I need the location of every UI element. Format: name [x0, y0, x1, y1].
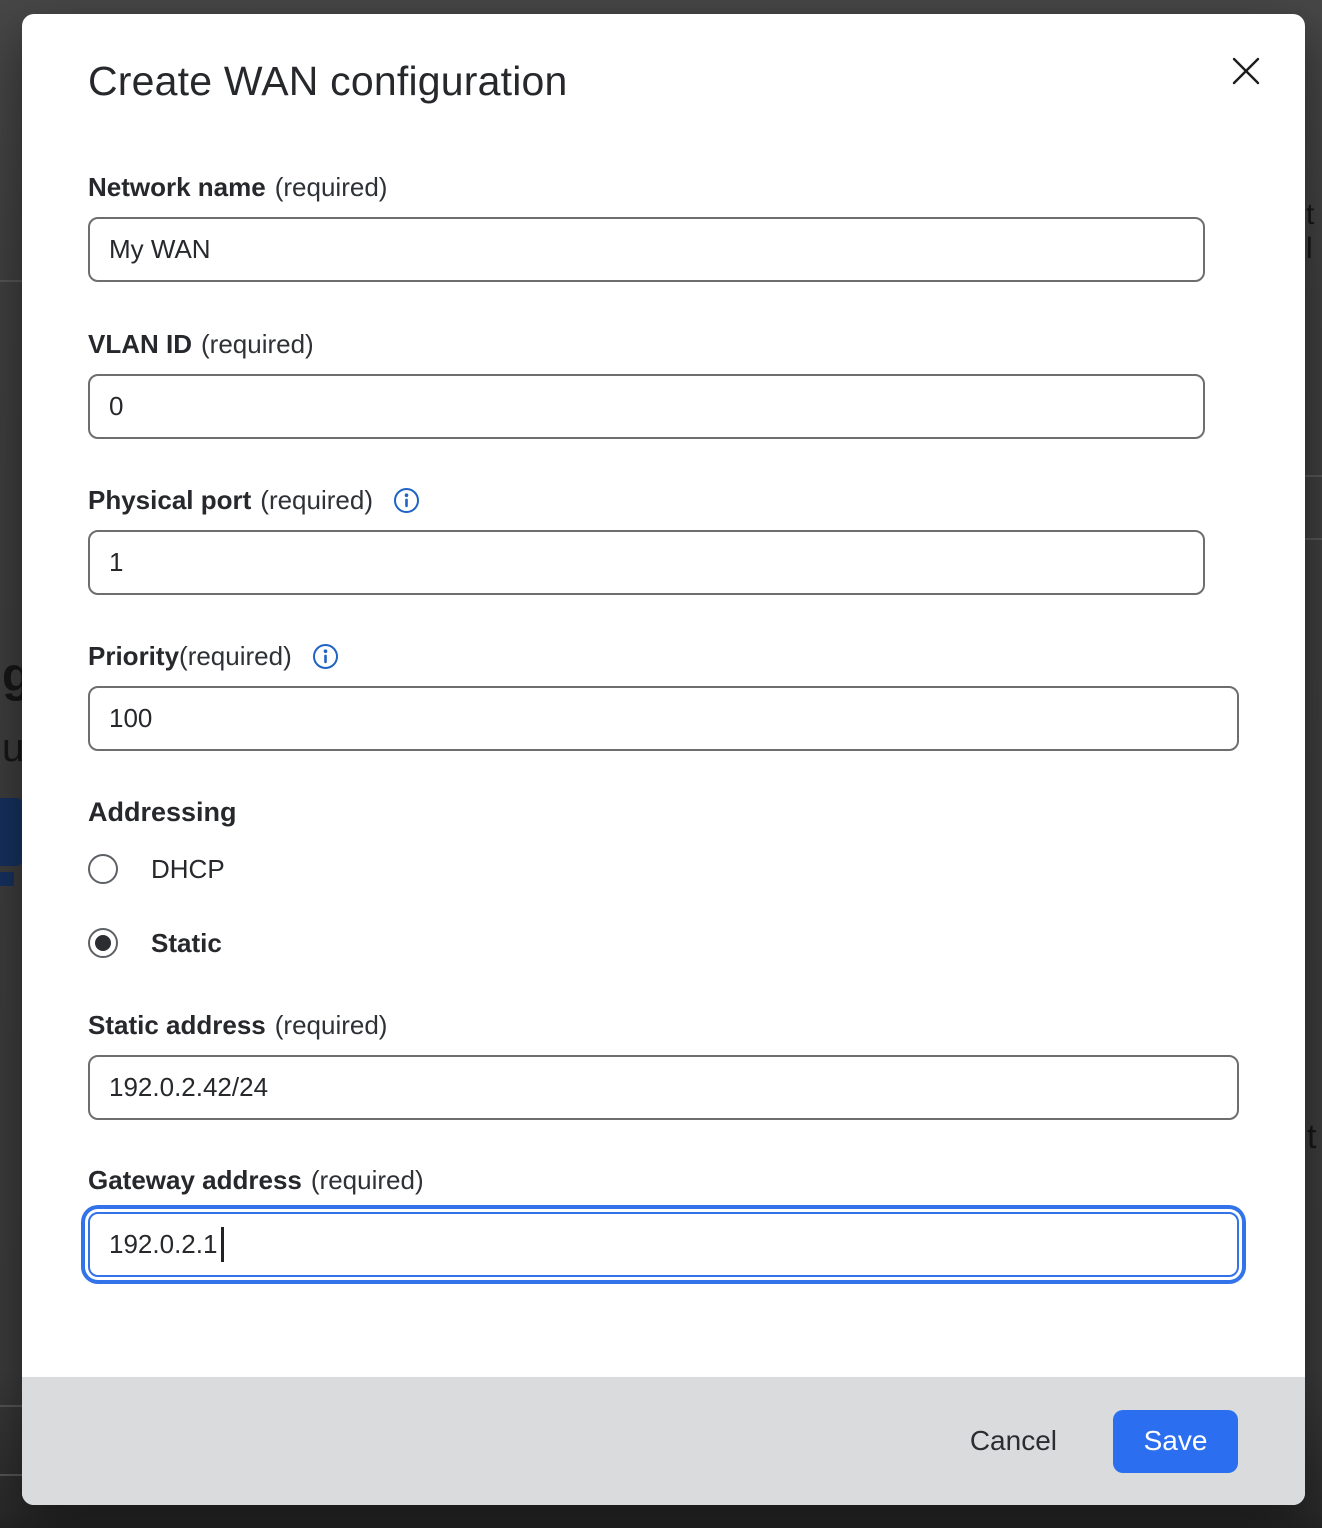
static-address-group: Static address (required): [88, 1008, 1239, 1120]
dialog-body: Network name (required) VLAN ID (require…: [22, 14, 1305, 1277]
info-icon[interactable]: [312, 643, 339, 670]
priority-group: Priority (required): [88, 639, 1239, 751]
background-text-fragment: t l: [1306, 198, 1322, 266]
background-divider: [0, 1474, 22, 1476]
create-wan-configuration-dialog: Create WAN configuration Network name (r…: [22, 14, 1305, 1505]
network-name-label: Network name: [88, 172, 266, 203]
gateway-address-group: Gateway address (required): [88, 1163, 1239, 1277]
background-text-fragment: t: [1307, 1118, 1316, 1157]
addressing-heading: Addressing: [88, 794, 1239, 830]
physical-port-group: Physical port (required): [88, 483, 1239, 595]
background-text-fragment: u: [2, 726, 24, 771]
background-divider: [1305, 538, 1322, 540]
addressing-option-dhcp[interactable]: DHCP: [88, 854, 1239, 884]
network-name-group: Network name (required): [88, 170, 1239, 282]
required-hint: (required): [311, 1165, 424, 1196]
background-divider: [0, 280, 22, 282]
dialog-footer: Cancel Save: [22, 1377, 1305, 1505]
gateway-address-input[interactable]: [88, 1212, 1239, 1277]
radio-checked-icon[interactable]: [88, 928, 118, 958]
gateway-address-label: Gateway address: [88, 1165, 302, 1196]
addressing-option-static[interactable]: Static: [88, 928, 1239, 958]
static-address-label: Static address: [88, 1010, 266, 1041]
priority-label: Priority: [88, 641, 179, 672]
required-hint: (required): [201, 329, 314, 360]
background-divider: [1305, 475, 1322, 477]
radio-unchecked-icon[interactable]: [88, 854, 118, 884]
required-hint: (required): [260, 485, 373, 516]
background-button-fragment: [0, 798, 24, 866]
cancel-button[interactable]: Cancel: [964, 1415, 1063, 1467]
text-cursor: [221, 1227, 224, 1262]
physical-port-label: Physical port: [88, 485, 251, 516]
vlan-id-label: VLAN ID: [88, 329, 192, 360]
vlan-id-group: VLAN ID (required): [88, 327, 1239, 439]
network-name-input[interactable]: [88, 217, 1205, 282]
required-hint: (required): [275, 1010, 388, 1041]
background-divider: [0, 1405, 22, 1407]
vlan-id-input[interactable]: [88, 374, 1205, 439]
screen: g u t l t Create WAN configuration Netwo…: [0, 0, 1322, 1528]
dhcp-radio-label: DHCP: [151, 854, 225, 885]
save-button[interactable]: Save: [1113, 1410, 1238, 1473]
required-hint: (required): [179, 641, 292, 672]
background-button-fragment: [0, 872, 14, 886]
info-icon[interactable]: [393, 487, 420, 514]
required-hint: (required): [275, 172, 388, 203]
priority-input[interactable]: [88, 686, 1239, 751]
static-address-input[interactable]: [88, 1055, 1239, 1120]
static-radio-label: Static: [151, 928, 222, 959]
physical-port-input[interactable]: [88, 530, 1205, 595]
